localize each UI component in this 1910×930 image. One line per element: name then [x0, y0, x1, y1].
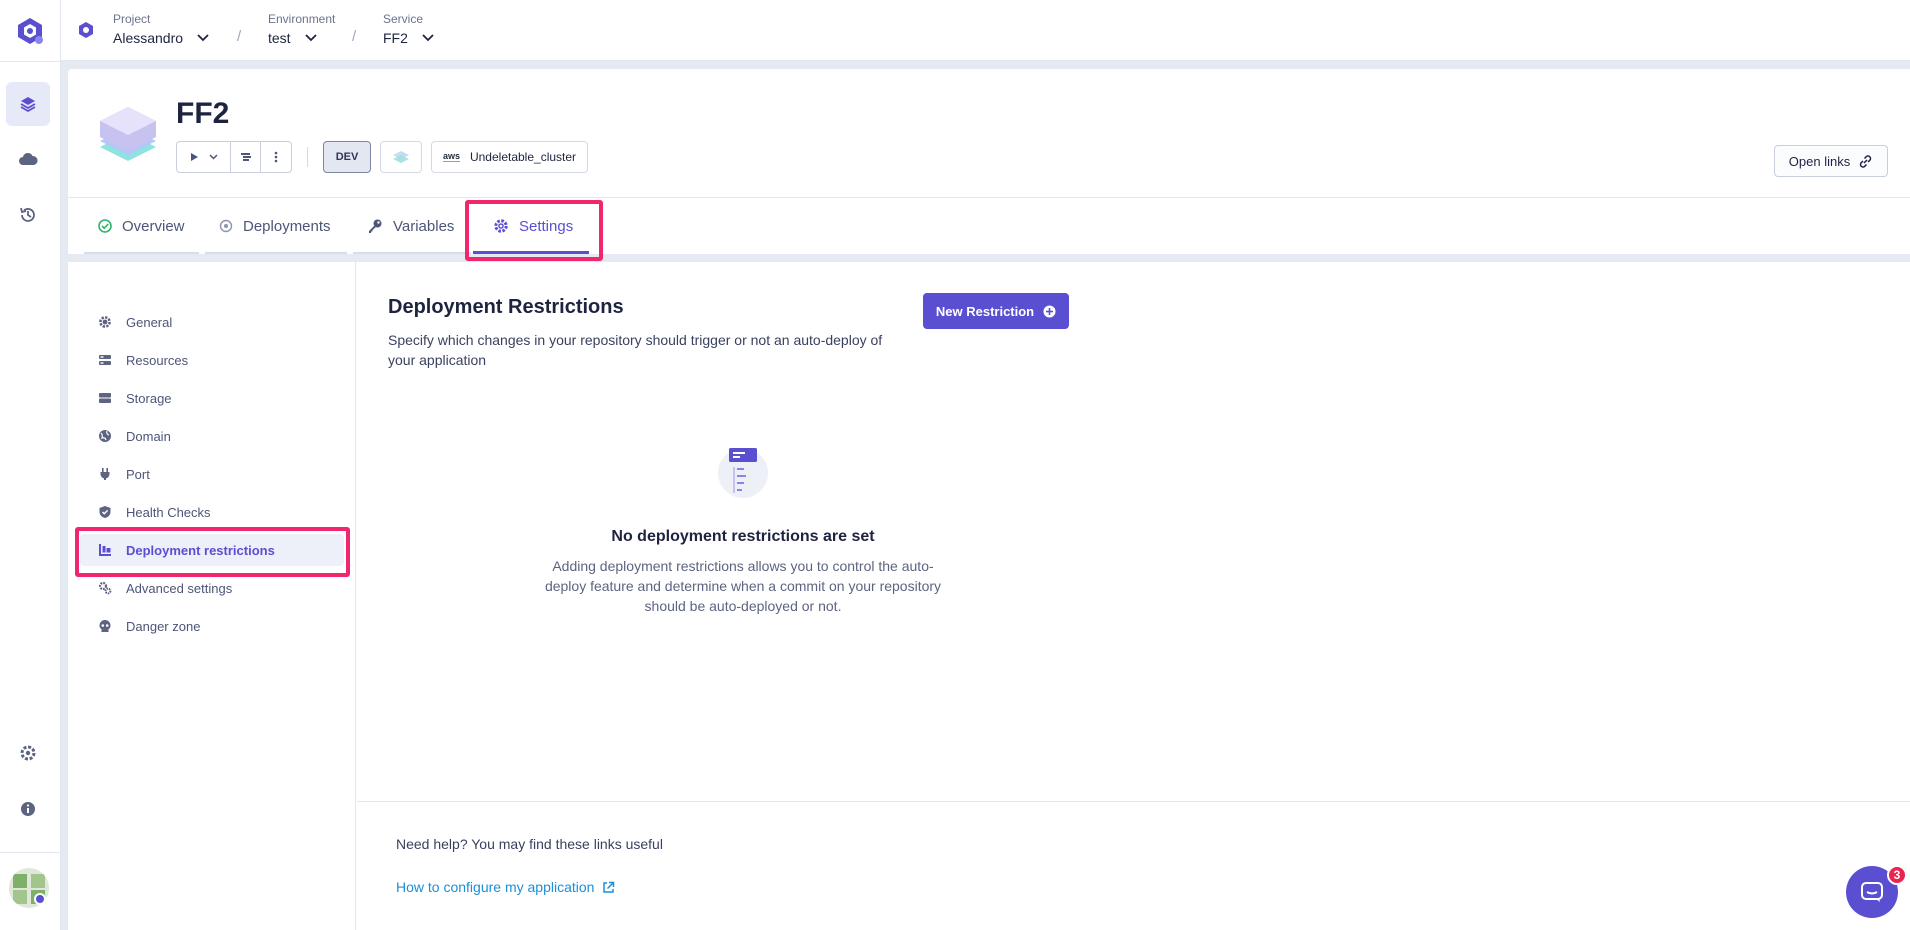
- sidebar-item-health-checks[interactable]: Health Checks: [80, 496, 344, 528]
- chevron-down-icon: [304, 34, 317, 42]
- service-toolbar: DEV aws Undeletable_cluster: [176, 141, 597, 173]
- empty-state-text: Adding deployment restrictions allows yo…: [544, 558, 942, 614]
- open-links-button[interactable]: Open links: [1774, 145, 1888, 177]
- plus-circle-icon: [1043, 305, 1056, 317]
- breadcrumb-project[interactable]: Project Alessandro: [113, 12, 209, 46]
- service-title: FF2: [176, 97, 230, 130]
- sidebar-item-label: Advanced settings: [126, 580, 233, 596]
- link-icon: [1859, 154, 1872, 168]
- sidebar-item-resources[interactable]: Resources: [80, 344, 344, 376]
- sidebar-item-danger-zone[interactable]: Danger zone: [80, 610, 344, 642]
- chevron-down-icon: [208, 154, 218, 160]
- sidebar-item-label: Health Checks: [126, 504, 211, 520]
- sidebar-item-port[interactable]: Port: [80, 458, 344, 490]
- sidebar-item-label: Resources: [126, 352, 189, 368]
- circle-dot-icon: [219, 219, 233, 233]
- breadcrumb-value: test: [268, 30, 291, 46]
- new-restriction-label: New Restriction: [935, 303, 1035, 319]
- empty-state: No deployment restrictions are set Addin…: [517, 448, 969, 616]
- cluster-name: Undeletable_cluster: [469, 150, 577, 164]
- top-bar: Project Alessandro / Environment test / …: [61, 0, 1910, 61]
- plug-icon: [100, 468, 110, 480]
- highlight-deployment-restrictions: [75, 527, 350, 577]
- sidebar-item-domain[interactable]: Domain: [80, 420, 344, 452]
- more-options-button[interactable]: [261, 142, 291, 172]
- breadcrumb-value: Alessandro: [113, 30, 184, 46]
- sidebar-item-label: General: [126, 314, 173, 330]
- shield-icon: [99, 506, 111, 518]
- tab-label: Variables: [393, 217, 455, 235]
- action-button-group: [176, 141, 292, 173]
- environment-layers-icon: [380, 141, 422, 173]
- empty-list-icon: [718, 448, 768, 498]
- globe-icon: [99, 430, 111, 442]
- play-icon: [190, 153, 198, 161]
- storage-icon: [99, 393, 111, 403]
- cloud-icon[interactable]: [6, 138, 50, 182]
- external-link-icon: [603, 881, 615, 893]
- gears-icon: [98, 581, 112, 595]
- env-badge: DEV: [323, 141, 371, 173]
- sidebar-item-label: Storage: [126, 390, 172, 406]
- gear-icon: [99, 316, 111, 328]
- qovery-logo-icon[interactable]: [11, 12, 49, 50]
- help-link-label: How to configure my application: [396, 879, 595, 895]
- resources-icon: [99, 355, 111, 365]
- settings-panel: General Resources Storage Domain Port He…: [68, 262, 1910, 930]
- settings-gear-icon[interactable]: [6, 731, 50, 775]
- sidebar-item-label: Port: [126, 466, 150, 482]
- breadcrumb-label: Environment: [268, 12, 336, 26]
- sidebar-item-label: Domain: [126, 428, 171, 444]
- section-title: Deployment Restrictions: [388, 296, 624, 318]
- avatar[interactable]: [9, 868, 49, 908]
- highlight-settings-tab: [465, 200, 603, 261]
- info-icon[interactable]: [6, 787, 50, 831]
- deploy-button[interactable]: [177, 142, 231, 172]
- sidebar-item-general[interactable]: General: [80, 306, 344, 338]
- settings-sidebar: General Resources Storage Domain Port He…: [68, 262, 356, 930]
- chevron-down-icon: [422, 34, 434, 42]
- help-link[interactable]: How to configure my application: [396, 879, 615, 895]
- breadcrumb-separator: /: [237, 28, 242, 45]
- service-tabs: Overview Deployments Variables Settings: [68, 197, 1910, 254]
- sidebar-item-label: Danger zone: [126, 618, 201, 634]
- sidebar-item-storage[interactable]: Storage: [80, 382, 344, 414]
- help-text: Need help? You may find these links usef…: [396, 836, 663, 852]
- open-links-label: Open links: [1788, 153, 1851, 169]
- chat-notification-badge: 3: [1887, 865, 1907, 885]
- breadcrumb-separator: /: [352, 28, 357, 45]
- logs-icon: [240, 153, 251, 161]
- service-header: FF2 DEV aws Undeletable_cluster Open lin…: [68, 69, 1910, 254]
- check-circle-icon: [98, 219, 112, 233]
- left-rail: [0, 0, 61, 930]
- project-logo-icon: [77, 21, 95, 44]
- cluster-badge[interactable]: aws Undeletable_cluster: [431, 141, 588, 173]
- help-section: Need help? You may find these links usef…: [357, 801, 1910, 930]
- skull-icon: [99, 620, 111, 632]
- logs-button[interactable]: [231, 142, 261, 172]
- tab-deployments[interactable]: Deployments: [205, 198, 347, 254]
- breadcrumb-label: Project: [113, 12, 151, 26]
- tab-label: Overview: [122, 217, 185, 235]
- tab-variables[interactable]: Variables: [353, 198, 471, 254]
- application-cube-icon: [96, 103, 160, 168]
- breadcrumb-environment[interactable]: Environment test: [268, 12, 335, 46]
- new-restriction-button[interactable]: New Restriction: [923, 293, 1069, 329]
- empty-state-title: No deployment restrictions are set: [611, 528, 875, 545]
- chat-icon: [1861, 882, 1883, 902]
- aws-logo-icon: aws: [442, 151, 460, 162]
- key-icon: [369, 219, 382, 233]
- chevron-down-icon: [197, 34, 209, 42]
- breadcrumb-label: Service: [383, 12, 424, 26]
- tab-overview[interactable]: Overview: [84, 198, 199, 254]
- applications-icon[interactable]: [6, 82, 50, 126]
- breadcrumb-service[interactable]: Service FF2: [383, 12, 434, 46]
- more-vertical-icon: [274, 151, 278, 163]
- history-icon[interactable]: [6, 193, 50, 237]
- deployment-restrictions-content: Deployment Restrictions Specify which ch…: [357, 262, 1910, 930]
- breadcrumb-value: FF2: [383, 30, 408, 46]
- section-description: Specify which changes in your repository…: [388, 332, 883, 368]
- tab-label: Deployments: [243, 217, 331, 235]
